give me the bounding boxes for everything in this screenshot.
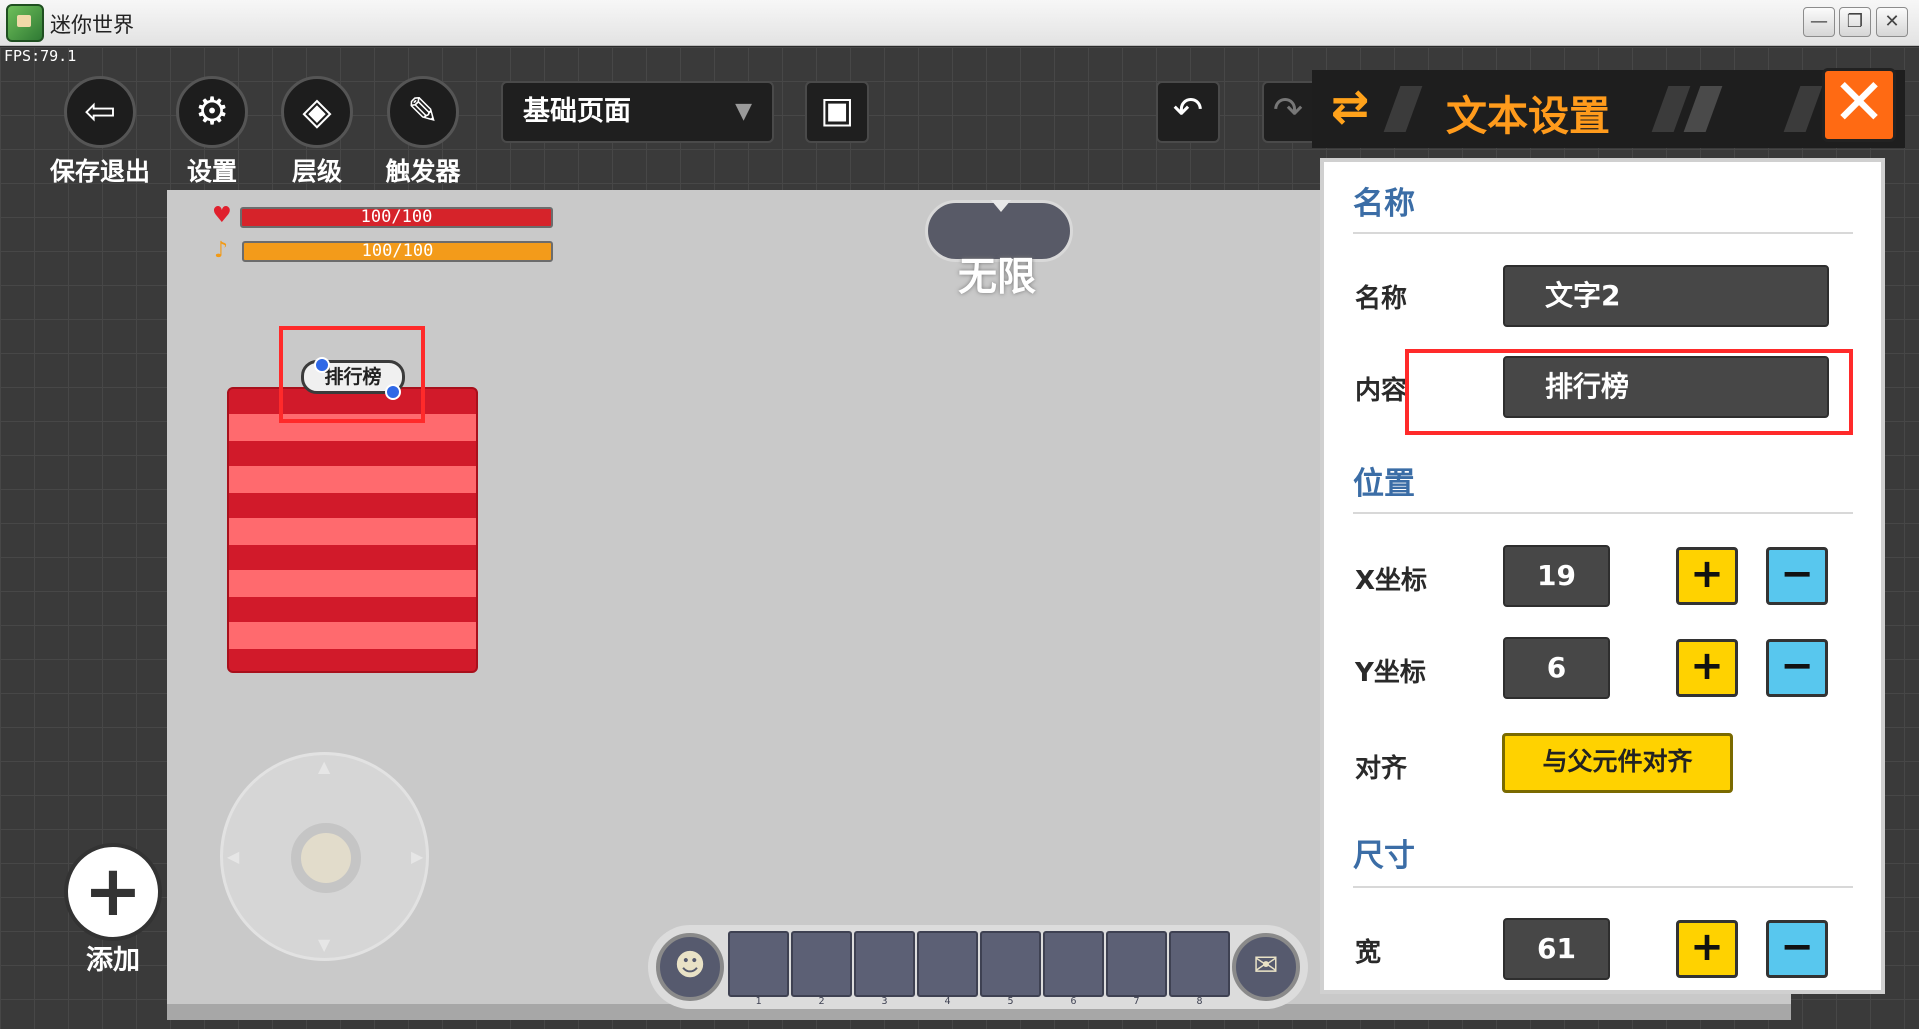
slot-number: 6 <box>1070 996 1077 1007</box>
layers-button[interactable]: ◈ 层级 <box>262 76 372 188</box>
y-coordinate-field[interactable]: 6 <box>1503 637 1610 699</box>
layers-icon: ◈ <box>281 76 353 148</box>
save-exit-label: 保存退出 <box>49 157 150 186</box>
health-bar[interactable]: 100/100 <box>240 207 553 228</box>
add-label: 添加 <box>86 945 140 976</box>
backpack-button[interactable]: ☻ <box>656 933 724 1001</box>
divider <box>1353 232 1853 234</box>
window-title-bar: 迷你世界 — ❐ ✕ <box>0 0 1919 46</box>
width-plus-button[interactable]: + <box>1676 920 1738 978</box>
name-label: 名称 <box>1355 284 1408 314</box>
settings-label: 设置 <box>186 157 237 186</box>
hotbar-slot[interactable]: 6 <box>1043 931 1104 1007</box>
arrow-down-icon: ▼ <box>318 935 331 954</box>
joystick-knob[interactable] <box>291 823 361 893</box>
hotbar-slot[interactable]: 7 <box>1106 931 1167 1007</box>
heart-icon: ♥ <box>212 203 232 228</box>
hunger-icon: ♪ <box>214 238 229 263</box>
trigger-label: 触发器 <box>385 157 461 186</box>
name-field[interactable]: 文字2 <box>1503 265 1829 327</box>
maximize-button[interactable]: ❐ <box>1839 7 1871 37</box>
arrow-left-icon: ◀ <box>227 847 240 866</box>
page-select-dropdown[interactable]: 基础页面 ▼ <box>501 81 774 143</box>
preview-icon: ▣ <box>819 90 854 131</box>
undo-icon: ↶ <box>1172 90 1204 131</box>
mode-text[interactable]: 无限 <box>958 246 1036 302</box>
x-minus-button[interactable]: − <box>1766 547 1828 605</box>
add-button[interactable]: + <box>64 843 162 941</box>
chevron-down-icon: ▼ <box>735 99 752 124</box>
save-exit-button[interactable]: ⇦ 保存退出 <box>45 76 155 188</box>
gear-icon: ⚙ <box>176 76 248 148</box>
panel-title: 文本设置 <box>1446 92 1610 140</box>
highlight-box-content <box>1405 349 1853 435</box>
minimize-button[interactable]: — <box>1803 7 1835 37</box>
trigger-button[interactable]: ✎ 触发器 <box>368 76 478 188</box>
arrow-up-icon: ▲ <box>318 757 331 776</box>
fps-counter: FPS:79.1 <box>4 47 77 65</box>
align-label: 对齐 <box>1355 754 1408 784</box>
x-coordinate-label: X坐标 <box>1355 566 1428 596</box>
settings-button[interactable]: ⚙ 设置 <box>157 76 267 188</box>
y-plus-button[interactable]: + <box>1676 639 1738 697</box>
layers-label: 层级 <box>291 157 342 186</box>
y-coordinate-label: Y坐标 <box>1355 658 1426 688</box>
hotbar-slot[interactable]: 8 <box>1169 931 1230 1007</box>
width-label: 宽 <box>1355 938 1382 968</box>
slot-number: 5 <box>1007 996 1014 1007</box>
align-to-parent-button[interactable]: 与父元件对齐 <box>1502 733 1733 793</box>
hunger-bar[interactable]: 100/100 <box>242 241 553 262</box>
x-coordinate-field[interactable]: 19 <box>1503 545 1610 607</box>
hotbar-slot[interactable]: 5 <box>980 931 1041 1007</box>
slot-number: 8 <box>1196 996 1203 1007</box>
section-title-name: 名称 <box>1353 186 1415 222</box>
redo-button[interactable]: ↷ <box>1262 81 1312 143</box>
divider <box>1353 886 1853 888</box>
slot-number: 1 <box>755 996 762 1007</box>
hotbar: ☻ 1 2 3 4 5 6 7 8 ✉ <box>648 925 1308 1009</box>
hotbar-slot[interactable]: 2 <box>791 931 852 1007</box>
edit-icon: ✎ <box>387 76 459 148</box>
app-logo-icon <box>6 4 44 42</box>
redo-icon: ↷ <box>1272 90 1304 131</box>
undo-button[interactable]: ↶ <box>1156 81 1220 143</box>
window-close-button[interactable]: ✕ <box>1876 7 1908 37</box>
page-select-value: 基础页面 <box>523 96 631 127</box>
y-minus-button[interactable]: − <box>1766 639 1828 697</box>
swap-icon[interactable]: ⇄ <box>1320 76 1380 136</box>
virtual-joystick[interactable]: ▲ ▼ ◀ ▶ <box>220 752 429 961</box>
close-icon[interactable]: ✕ <box>1822 68 1896 142</box>
exit-icon: ⇦ <box>64 76 136 148</box>
section-title-size: 尺寸 <box>1353 838 1415 874</box>
arrow-right-icon: ▶ <box>411 847 424 866</box>
hotbar-slot[interactable]: 3 <box>854 931 915 1007</box>
x-plus-button[interactable]: + <box>1676 547 1738 605</box>
hotbar-slot[interactable]: 4 <box>917 931 978 1007</box>
slot-number: 4 <box>944 996 951 1007</box>
divider <box>1353 512 1853 514</box>
window-title: 迷你世界 <box>50 13 134 37</box>
width-minus-button[interactable]: − <box>1766 920 1828 978</box>
hotbar-slot[interactable]: 1 <box>728 931 789 1007</box>
highlight-box-widget <box>279 326 425 423</box>
width-field[interactable]: 61 <box>1503 918 1610 980</box>
preview-button[interactable]: ▣ <box>805 81 869 143</box>
chat-button[interactable]: ✉ <box>1232 933 1300 1001</box>
slot-number: 7 <box>1133 996 1140 1007</box>
slot-number: 2 <box>818 996 825 1007</box>
content-label: 内容 <box>1355 376 1408 406</box>
slot-number: 3 <box>881 996 888 1007</box>
section-title-position: 位置 <box>1353 466 1415 502</box>
leaderboard-background[interactable] <box>227 387 478 673</box>
